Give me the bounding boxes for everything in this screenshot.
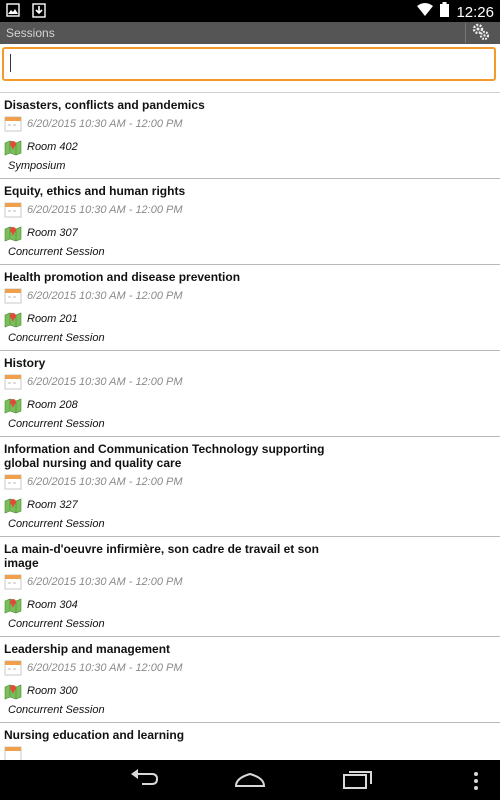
session-type: Concurrent Session	[8, 618, 105, 630]
list-item[interactable]: Health promotion and disease prevention …	[0, 265, 500, 351]
calendar-icon	[4, 201, 22, 219]
session-room: Room 307	[27, 227, 78, 239]
session-datetime: 6/20/2015 10:30 AM - 12:00 PM	[27, 290, 183, 302]
session-room: Room 304	[27, 599, 78, 611]
map-location-icon	[4, 496, 22, 514]
session-datetime: 6/20/2015 10:30 AM - 12:00 PM	[27, 204, 183, 216]
status-bar: 12:26	[0, 0, 500, 22]
battery-icon	[440, 2, 450, 22]
list-item[interactable]: History 6/20/2015 10:30 AM - 12:00 PM Ro…	[0, 351, 500, 437]
overflow-menu-icon[interactable]	[472, 771, 480, 796]
action-bar: Sessions	[0, 22, 500, 44]
wifi-icon	[417, 2, 434, 22]
session-type: Concurrent Session	[8, 332, 105, 344]
session-type: Concurrent Session	[8, 518, 105, 530]
map-location-icon	[4, 682, 22, 700]
session-list[interactable]: Disasters, conflicts and pandemics 6/20/…	[0, 93, 500, 760]
map-location-icon	[4, 596, 22, 614]
map-location-icon	[4, 396, 22, 414]
session-room: Room 201	[27, 313, 78, 325]
session-title: Health promotion and disease prevention	[4, 270, 241, 284]
calendar-icon	[4, 115, 22, 133]
calendar-icon	[4, 373, 22, 391]
session-room: Room 402	[27, 141, 78, 153]
calendar-icon	[4, 573, 22, 591]
map-location-icon	[4, 224, 22, 242]
list-item[interactable]: Nursing education and learning	[0, 723, 500, 760]
session-title: History	[4, 356, 46, 370]
session-title: Nursing education and learning	[4, 728, 185, 742]
calendar-icon	[4, 287, 22, 305]
session-title: Disasters, conflicts and pandemics	[4, 98, 205, 112]
search-input[interactable]	[2, 47, 496, 81]
gears-icon[interactable]	[465, 23, 494, 43]
session-room: Room 208	[27, 399, 78, 411]
session-datetime: 6/20/2015 10:30 AM - 12:00 PM	[27, 118, 183, 130]
session-datetime: 6/20/2015 10:30 AM - 12:00 PM	[27, 576, 183, 588]
map-location-icon	[4, 138, 22, 156]
text-cursor	[10, 54, 11, 72]
session-datetime: 6/20/2015 10:30 AM - 12:00 PM	[27, 662, 183, 674]
recent-apps-icon[interactable]	[342, 768, 374, 795]
session-type: Concurrent Session	[8, 704, 105, 716]
calendar-icon	[4, 659, 22, 677]
back-icon[interactable]	[128, 768, 160, 795]
calendar-icon	[4, 473, 22, 491]
session-title: Information and Communication Technology…	[4, 442, 325, 470]
session-type: Symposium	[8, 160, 66, 172]
session-type: Concurrent Session	[8, 246, 105, 258]
calendar-icon	[4, 745, 22, 760]
page-title: Sessions	[6, 26, 55, 40]
session-title: La main-d'oeuvre infirmière, son cadre d…	[4, 542, 319, 570]
map-location-icon	[4, 310, 22, 328]
download-notification-icon	[32, 3, 46, 23]
session-title: Equity, ethics and human rights	[4, 184, 186, 198]
session-room: Room 327	[27, 499, 78, 511]
list-item[interactable]: Information and Communication Technology…	[0, 437, 500, 537]
session-datetime: 6/20/2015 10:30 AM - 12:00 PM	[27, 476, 183, 488]
status-time: 12:26	[456, 3, 494, 21]
session-type: Concurrent Session	[8, 418, 105, 430]
session-title: Leadership and management	[4, 642, 171, 656]
list-item[interactable]: Equity, ethics and human rights 6/20/201…	[0, 179, 500, 265]
image-notification-icon	[6, 3, 20, 23]
list-item[interactable]: Disasters, conflicts and pandemics 6/20/…	[0, 93, 500, 179]
list-item[interactable]: La main-d'oeuvre infirmière, son cadre d…	[0, 537, 500, 637]
navigation-bar	[0, 760, 500, 800]
session-room: Room 300	[27, 685, 78, 697]
list-item[interactable]: Leadership and management 6/20/2015 10:3…	[0, 637, 500, 723]
session-datetime: 6/20/2015 10:30 AM - 12:00 PM	[27, 376, 183, 388]
home-icon[interactable]	[234, 768, 266, 795]
search-area	[0, 44, 500, 93]
